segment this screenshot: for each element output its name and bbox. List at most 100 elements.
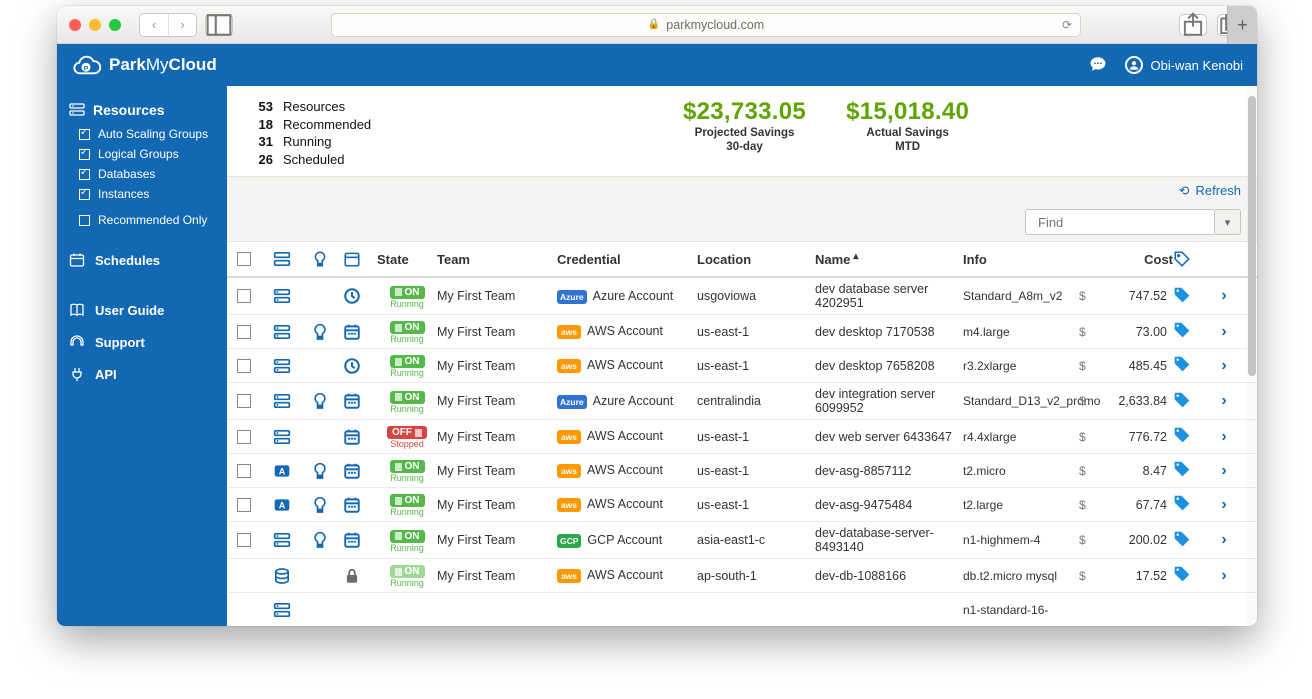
schedule-icon[interactable] xyxy=(343,567,377,585)
row-checkbox[interactable] xyxy=(237,289,251,303)
expand-row-icon[interactable]: › xyxy=(1207,392,1241,410)
location-cell: centralindia xyxy=(697,394,815,408)
state-cell[interactable]: ONRunning xyxy=(377,458,437,483)
sidebar-item-schedules[interactable]: Schedules xyxy=(57,244,227,276)
row-checkbox[interactable] xyxy=(237,325,251,339)
column-name[interactable]: Name xyxy=(815,252,963,267)
resource-type-icon xyxy=(273,428,311,446)
sidebar-item-api[interactable]: API xyxy=(57,358,227,390)
search-dropdown-toggle[interactable]: ▾ xyxy=(1215,209,1241,235)
row-checkbox[interactable] xyxy=(237,498,251,512)
recommendation-column-icon[interactable] xyxy=(311,250,343,268)
state-cell[interactable]: ONRunning xyxy=(377,492,437,517)
row-checkbox[interactable] xyxy=(237,359,251,373)
tags-icon[interactable] xyxy=(1173,286,1207,307)
table-row[interactable]: ONRunningMy First TeamawsAWS Accountap-s… xyxy=(227,559,1257,593)
expand-row-icon[interactable]: › xyxy=(1207,323,1241,341)
state-cell[interactable]: ONRunning xyxy=(377,319,437,344)
table-row[interactable]: ONRunningMy First TeamGCPGCP Accountasia… xyxy=(227,522,1257,559)
tags-icon[interactable] xyxy=(1173,494,1207,515)
count-resources-label: Resources xyxy=(283,98,345,116)
row-checkbox[interactable] xyxy=(237,464,251,478)
schedule-column-icon[interactable] xyxy=(343,250,377,268)
forward-button[interactable]: › xyxy=(168,14,196,36)
brand-logo[interactable]: P ParkMyCloud xyxy=(71,53,217,77)
tags-icon[interactable] xyxy=(1173,391,1207,412)
table-row[interactable]: ONRunningMy First TeamawsAWS Accountus-e… xyxy=(227,349,1257,383)
column-credential[interactable]: Credential xyxy=(557,252,697,267)
sidebar-filter-auto-scaling[interactable]: Auto Scaling Groups xyxy=(57,124,227,144)
sidebar-filter-instances[interactable]: Instances xyxy=(57,184,227,204)
state-cell[interactable]: ONRunning xyxy=(377,563,437,588)
column-location[interactable]: Location xyxy=(697,252,815,267)
sidebar-filter-recommended-only[interactable]: Recommended Only xyxy=(57,210,227,230)
close-window-button[interactable] xyxy=(69,19,81,31)
row-checkbox[interactable] xyxy=(237,430,251,444)
scrollbar-track[interactable] xyxy=(1247,86,1257,626)
table-row[interactable]: ONRunningMy First TeamawsAWS Accountus-e… xyxy=(227,315,1257,349)
refresh-button[interactable]: ⟲ Refresh xyxy=(1179,183,1241,199)
expand-row-icon[interactable]: › xyxy=(1207,496,1241,514)
state-cell[interactable]: ONRunning xyxy=(377,389,437,414)
type-column-icon[interactable] xyxy=(273,250,311,268)
schedule-icon[interactable] xyxy=(343,357,377,375)
state-cell[interactable]: ONRunning xyxy=(377,284,437,309)
schedule-icon[interactable] xyxy=(343,287,377,305)
column-state[interactable]: State xyxy=(377,252,437,267)
expand-row-icon[interactable]: › xyxy=(1207,287,1241,305)
tags-icon[interactable] xyxy=(1173,530,1207,551)
sidebar-item-support[interactable]: Support xyxy=(57,326,227,358)
tags-icon[interactable] xyxy=(1173,355,1207,376)
table-row[interactable]: ONRunningMy First TeamAzureAzure Account… xyxy=(227,278,1257,315)
schedule-icon[interactable] xyxy=(343,496,377,514)
new-tab-button[interactable]: + xyxy=(1227,6,1257,44)
tags-icon[interactable] xyxy=(1173,565,1207,586)
tags-icon[interactable] xyxy=(1173,460,1207,481)
back-button[interactable]: ‹ xyxy=(140,14,168,36)
sidebar-item-user-guide[interactable]: User Guide xyxy=(57,294,227,326)
column-team[interactable]: Team xyxy=(437,252,557,267)
schedule-icon[interactable] xyxy=(343,531,377,549)
sidebar-toggle-button[interactable] xyxy=(205,14,233,36)
row-checkbox[interactable] xyxy=(237,533,251,547)
sidebar-item-resources[interactable]: Resources xyxy=(57,96,227,124)
table-row[interactable]: AONRunningMy First TeamawsAWS Accountus-… xyxy=(227,454,1257,488)
table-row[interactable]: n1-standard-16- xyxy=(227,593,1257,626)
select-all-checkbox[interactable] xyxy=(237,252,251,266)
schedule-icon[interactable] xyxy=(343,323,377,341)
table-row[interactable]: OFFStoppedMy First TeamawsAWS Accountus-… xyxy=(227,420,1257,454)
user-menu[interactable]: Obi-wan Kenobi xyxy=(1125,56,1244,74)
column-cost[interactable]: Cost xyxy=(1099,252,1173,267)
minimize-window-button[interactable] xyxy=(89,19,101,31)
expand-row-icon[interactable]: › xyxy=(1207,462,1241,480)
browser-titlebar: ‹ › 🔒 parkmycloud.com ⟳ + xyxy=(57,6,1257,44)
row-checkbox[interactable] xyxy=(237,394,251,408)
messages-icon[interactable] xyxy=(1089,55,1107,76)
expand-row-icon[interactable]: › xyxy=(1207,357,1241,375)
info-cell: m4.large xyxy=(963,325,1079,339)
state-cell[interactable]: ONRunning xyxy=(377,353,437,378)
expand-row-icon[interactable]: › xyxy=(1207,567,1241,585)
currency-symbol: $ xyxy=(1079,325,1099,339)
search-input[interactable] xyxy=(1038,215,1214,230)
sidebar-filter-logical-groups[interactable]: Logical Groups xyxy=(57,144,227,164)
sidebar-filter-databases[interactable]: Databases xyxy=(57,164,227,184)
schedule-icon[interactable] xyxy=(343,428,377,446)
table-row[interactable]: AONRunningMy First TeamawsAWS Accountus-… xyxy=(227,488,1257,522)
share-button[interactable] xyxy=(1179,14,1207,36)
scrollbar-thumb[interactable] xyxy=(1248,96,1256,376)
tags-icon[interactable] xyxy=(1173,426,1207,447)
table-row[interactable]: ONRunningMy First TeamAzureAzure Account… xyxy=(227,383,1257,420)
state-cell[interactable]: OFFStopped xyxy=(377,424,437,449)
tags-icon[interactable] xyxy=(1173,321,1207,342)
state-cell[interactable]: ONRunning xyxy=(377,528,437,553)
schedule-icon[interactable] xyxy=(343,462,377,480)
address-bar[interactable]: 🔒 parkmycloud.com ⟳ xyxy=(331,13,1081,37)
expand-row-icon[interactable]: › xyxy=(1207,428,1241,446)
reload-icon[interactable]: ⟳ xyxy=(1062,18,1072,32)
column-info[interactable]: Info xyxy=(963,252,1079,267)
maximize-window-button[interactable] xyxy=(109,19,121,31)
schedule-icon[interactable] xyxy=(343,392,377,410)
expand-row-icon[interactable]: › xyxy=(1207,531,1241,549)
tags-column-icon[interactable] xyxy=(1173,250,1207,268)
